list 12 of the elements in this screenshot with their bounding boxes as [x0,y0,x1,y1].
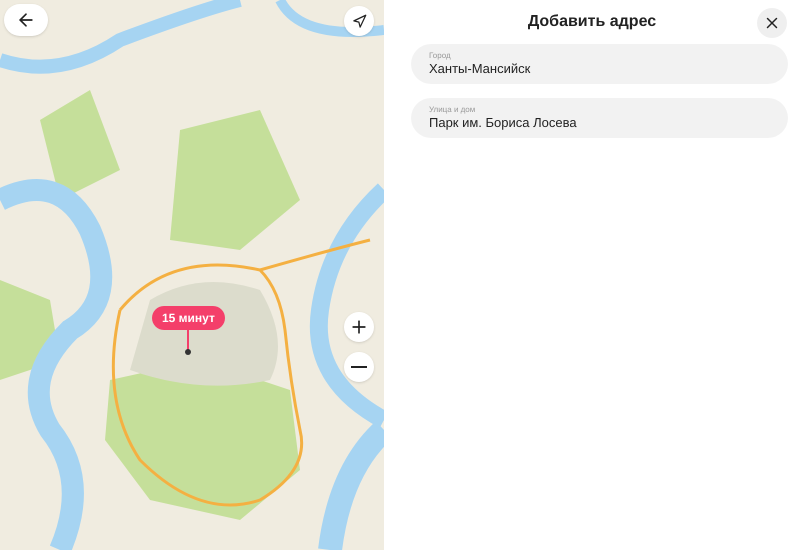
location-arrow-icon [352,14,366,28]
map-pin-icon [184,330,192,356]
field-value: Парк им. Бориса Лосева [429,115,578,131]
field-value: Ханты-Мансийск [429,61,532,77]
address-field[interactable]: Улица и дом Парк им. Бориса Лосева [411,98,788,138]
travel-time-badge: 15 минут [152,306,225,330]
close-button[interactable] [757,8,787,38]
minus-icon [351,366,367,368]
address-field[interactable]: Город Ханты-Мансийск [411,44,788,84]
field-label: Город [429,51,452,61]
field-label: Улица и дом [429,105,476,115]
panel-title: Добавить адрес [528,12,656,32]
